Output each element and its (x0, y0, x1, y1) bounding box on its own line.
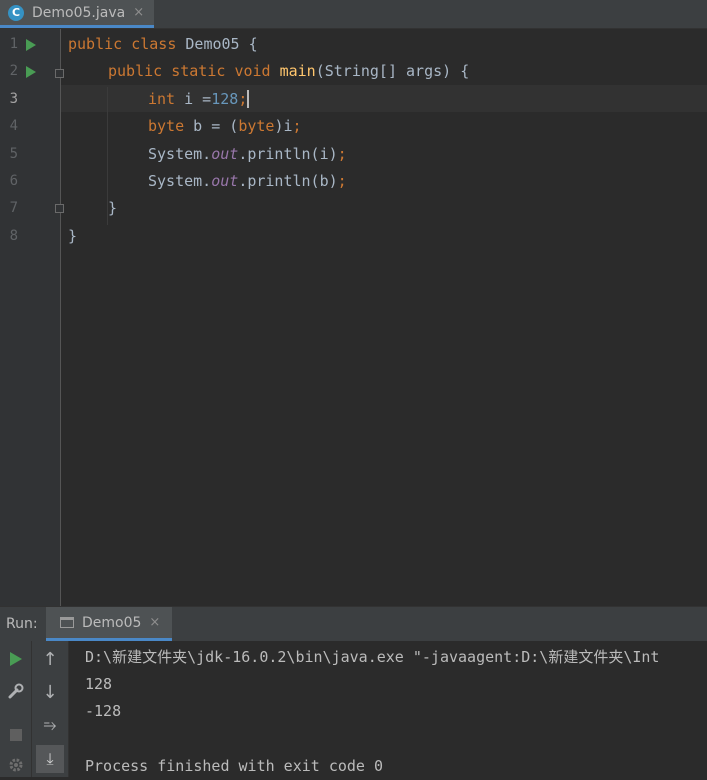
wrench-icon (8, 683, 24, 699)
keyword: void (234, 62, 271, 81)
settings-gear-button[interactable] (6, 755, 26, 775)
editor-tab-demo05[interactable]: C Demo05.java × (0, 0, 155, 28)
console-toolbar: ↑ ↓ ⥱ ⤓ (32, 641, 69, 777)
play-icon (10, 652, 22, 666)
semicolon: ; (337, 144, 347, 163)
console-line: -128 (85, 702, 122, 720)
fold-icon[interactable] (55, 69, 64, 78)
number-literal: 128 (211, 89, 239, 108)
keyword: static (171, 62, 226, 81)
code-line-5: System.out.println(i); (148, 141, 347, 168)
console-line: D:\新建文件夹\jdk-16.0.2\bin\java.exe "-javaa… (85, 648, 660, 666)
java-class-icon: C (8, 4, 24, 21)
class-name: Demo05 { (176, 35, 258, 53)
keyword: public (108, 62, 163, 81)
code-line-1: public class Demo05 { (68, 31, 258, 58)
gear-icon (9, 758, 23, 772)
code-text: b = ( (184, 117, 239, 136)
scroll-to-end-icon[interactable]: ⤓ (36, 745, 64, 773)
line-number: 1 (9, 36, 18, 52)
code-line-2: public static void main(String[] args) { (108, 58, 469, 85)
console-output[interactable]: D:\新建文件夹\jdk-16.0.2\bin\java.exe "-javaa… (69, 641, 707, 777)
semicolon: ; (337, 172, 347, 190)
code-text: .println(i) (238, 144, 338, 163)
run-panel-header: Run: Demo05 × (0, 606, 707, 641)
keyword: class (131, 35, 177, 53)
code-text: System. (148, 172, 212, 190)
keyword: byte (238, 117, 275, 136)
up-arrow-icon[interactable]: ↑ (40, 649, 60, 670)
console-icon (60, 617, 74, 628)
run-class-icon[interactable] (26, 39, 36, 51)
code-text: i = (175, 89, 212, 108)
text-caret (247, 90, 250, 109)
method-name: main (279, 62, 316, 81)
editor-tab-label: Demo05.java (32, 4, 126, 21)
line-number: 3 (9, 90, 18, 107)
settings-button[interactable] (6, 681, 26, 701)
code-text: (String[] args) { (315, 62, 470, 81)
close-icon[interactable]: × (149, 615, 160, 630)
rerun-button[interactable] (8, 651, 24, 667)
down-arrow-icon[interactable]: ↓ (40, 682, 60, 703)
code-line-7: } (108, 199, 118, 218)
line-number: 6 (9, 173, 18, 189)
code-text: System. (148, 144, 212, 163)
code-line-6: System.out.println(b); (148, 168, 347, 195)
run-tab-label: Demo05 (82, 614, 142, 631)
static-field: out (211, 144, 239, 163)
semicolon: ; (238, 89, 248, 108)
stop-button[interactable] (8, 727, 24, 743)
line-number: 4 (9, 118, 18, 135)
semicolon: ; (292, 117, 302, 136)
line-number: 7 (9, 200, 18, 217)
code-editor[interactable]: 1 2 3 4 5 6 7 8 public class Demo05 { pu… (0, 29, 707, 606)
code-line-8: } (68, 226, 78, 245)
run-tab-demo05[interactable]: Demo05 × (46, 607, 173, 641)
stop-icon (10, 729, 22, 741)
keyword: int (148, 89, 176, 108)
code-text: .println(b) (238, 172, 338, 190)
keyword: byte (148, 117, 185, 136)
static-field: out (211, 172, 239, 190)
code-text: )i (274, 117, 293, 136)
editor-tab-bar: C Demo05.java × (0, 0, 707, 29)
code-line-4: byte b = (byte)i; (148, 113, 302, 140)
run-toolbar (0, 641, 32, 777)
keyword: public (68, 35, 123, 53)
soft-wrap-icon[interactable]: ⥱ (40, 715, 60, 735)
fold-icon[interactable] (55, 204, 64, 213)
line-number: 5 (9, 145, 18, 162)
run-panel-label: Run: (6, 616, 38, 632)
console-line: Process finished with exit code 0 (85, 757, 384, 775)
line-number: 2 (9, 63, 18, 80)
close-icon[interactable]: × (133, 5, 144, 20)
line-number: 8 (9, 227, 18, 244)
console-line: 128 (85, 675, 113, 693)
run-main-icon[interactable] (26, 66, 36, 78)
editor-gutter: 1 2 3 4 5 6 7 8 (0, 29, 64, 606)
code-line-3: int i =128; (148, 86, 250, 113)
